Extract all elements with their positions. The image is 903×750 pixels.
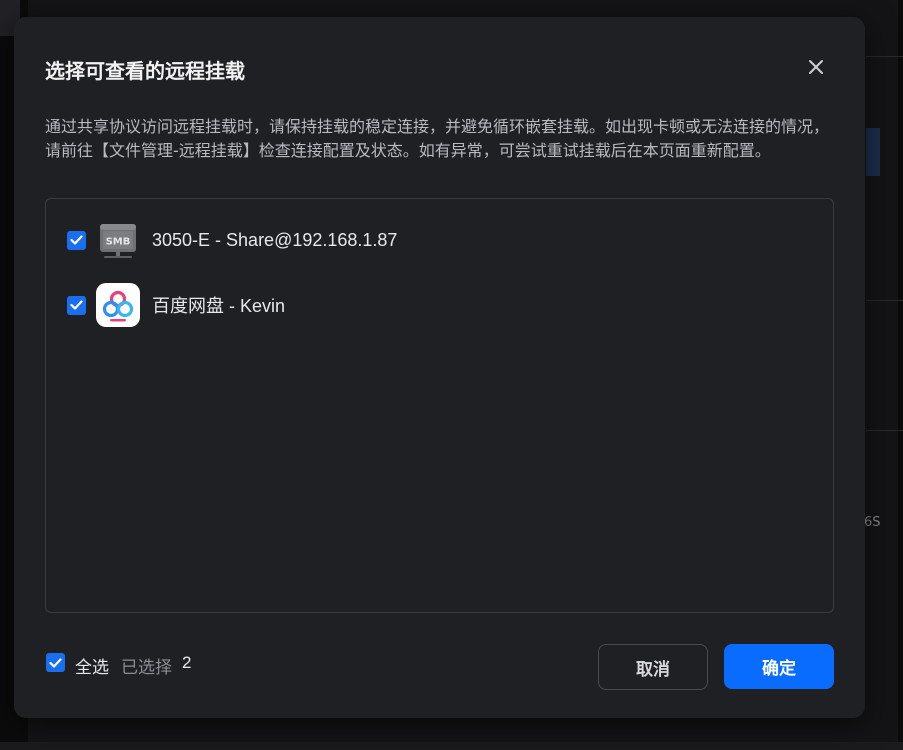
smb-drive-icon: SMB — [98, 220, 138, 260]
svg-text:SMB: SMB — [106, 237, 131, 248]
item-label: 百度网盘 - Kevin — [152, 296, 286, 316]
item-checkbox[interactable] — [67, 295, 86, 315]
checkmark-icon — [70, 235, 83, 245]
checkmark-icon — [49, 657, 62, 668]
background-divider — [866, 430, 903, 431]
background-divider — [866, 56, 903, 57]
cancel-button[interactable]: 取消 — [598, 644, 708, 690]
dialog-title: 选择可查看的远程挂载 — [45, 59, 245, 83]
selected-count: 2 — [182, 653, 192, 672]
mount-list: SMB 3050-E - Share@192.168.1.87 百度网盘 - K… — [45, 198, 834, 613]
item-label: 3050-E - Share@192.168.1.87 — [152, 229, 398, 250]
checkmark-icon — [70, 300, 83, 310]
close-icon — [809, 60, 823, 74]
confirm-button[interactable]: 确定 — [724, 644, 834, 689]
remote-mount-dialog: 选择可查看的远程挂载 通过共享协议访问远程挂载时，请保持挂载的稳定连接，并避免循… — [14, 17, 865, 718]
background-bottom-bar — [0, 742, 903, 750]
list-item[interactable]: 百度网盘 - Kevin — [46, 280, 833, 330]
select-all-checkbox[interactable] — [46, 653, 65, 672]
item-checkbox[interactable] — [67, 230, 86, 250]
baidu-netdisk-icon — [96, 283, 140, 327]
background-divider — [866, 300, 903, 301]
select-all-label[interactable]: 全选 — [75, 653, 109, 678]
background-selected-row — [866, 128, 880, 176]
background-partial-text: 6S — [864, 515, 881, 530]
dialog-description: 通过共享协议访问远程挂载时，请保持挂载的稳定连接，并避免循环嵌套挂载。如出现卡顿… — [45, 117, 830, 160]
close-button[interactable] — [804, 55, 828, 79]
list-item[interactable]: SMB 3050-E - Share@192.168.1.87 — [46, 215, 833, 265]
selected-label: 已选择 — [121, 658, 172, 678]
